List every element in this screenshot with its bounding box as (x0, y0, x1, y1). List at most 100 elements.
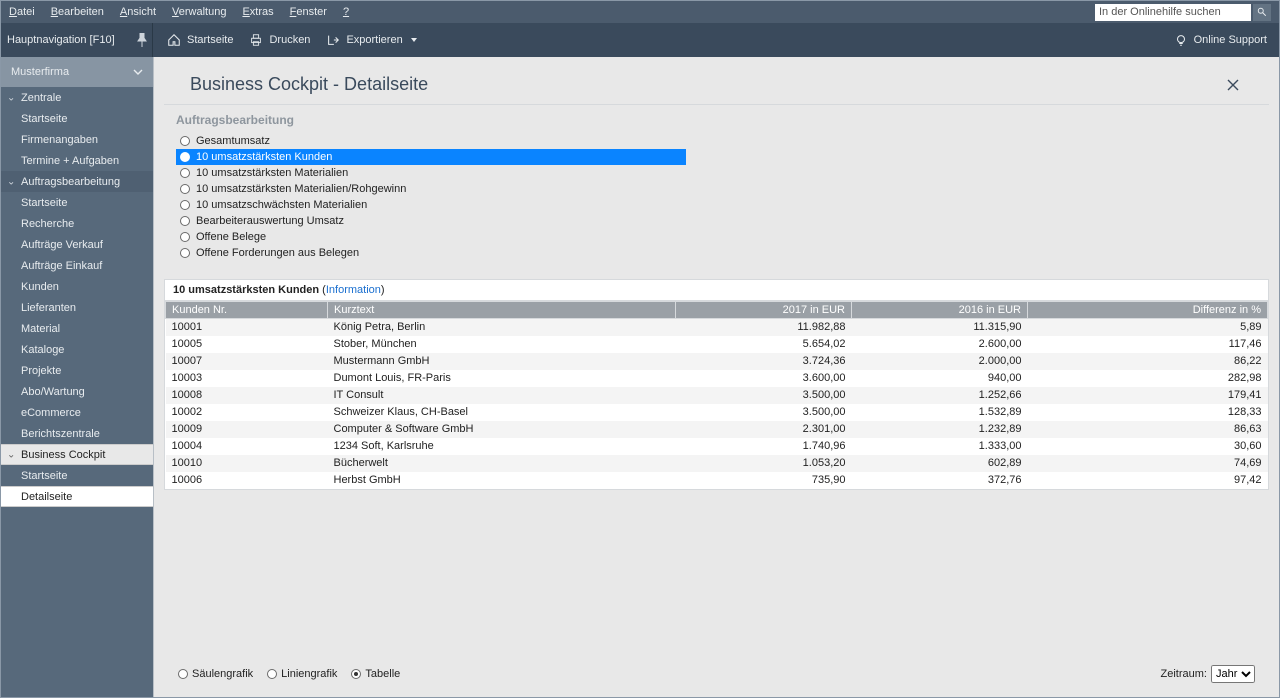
sidebar-item-zentrale[interactable]: ⌄ Zentrale (1, 87, 153, 108)
sidebar-item-label: Kataloge (21, 344, 64, 356)
table-row[interactable]: 10007Mustermann GmbH3.724,362.000,0086,2… (166, 353, 1268, 370)
table-row[interactable]: 10010Bücherwelt1.053,20602,8974,69 (166, 455, 1268, 472)
table-row[interactable]: 10002Schweizer Klaus, CH-Basel3.500,001.… (166, 404, 1268, 421)
table-row[interactable]: 10009Computer & Software GmbH2.301,001.2… (166, 421, 1268, 438)
report-option[interactable]: 10 umsatzschwächsten Materialien (176, 197, 686, 213)
exportieren-button[interactable]: Exportieren (318, 23, 424, 57)
radio-icon (180, 232, 190, 242)
table-row[interactable]: 100041234 Soft, Karlsruhe1.740,961.333,0… (166, 438, 1268, 455)
table-cell: Herbst GmbH (328, 472, 676, 489)
table-cell: 10010 (166, 455, 328, 472)
sidebar-item-business-cockpit[interactable]: ⌄ Business Cockpit (1, 444, 153, 465)
online-support-button[interactable]: Online Support (1174, 33, 1273, 47)
sidebar-item[interactable]: Startseite (1, 465, 153, 486)
report-option-label: 10 umsatzschwächsten Materialien (196, 199, 367, 211)
report-option-label: Offene Forderungen aus Belegen (196, 247, 359, 259)
startseite-button[interactable]: Startseite (159, 23, 241, 57)
col-2016[interactable]: 2016 in EUR (852, 302, 1028, 319)
table-cell: 10004 (166, 438, 328, 455)
sidebar-item[interactable]: Startseite (1, 108, 153, 129)
sidebar-label-zentrale: Zentrale (21, 92, 61, 104)
sidebar-item[interactable]: Kunden (1, 276, 153, 297)
sidebar-item[interactable]: Aufträge Verkauf (1, 234, 153, 255)
report-option[interactable]: Offene Forderungen aus Belegen (176, 245, 686, 261)
report-option[interactable]: 10 umsatzstärksten Kunden (176, 149, 686, 165)
sidebar-item[interactable]: Aufträge Einkauf (1, 255, 153, 276)
sidebar-item-label: Lieferanten (21, 302, 76, 314)
company-selector[interactable]: Musterfirma (1, 57, 153, 87)
menu-verwaltung[interactable]: Verwaltung (172, 6, 226, 18)
report-option[interactable]: Offene Belege (176, 229, 686, 245)
table-cell: IT Consult (328, 387, 676, 404)
table-cell: 10007 (166, 353, 328, 370)
col-diff[interactable]: Differenz in % (1028, 302, 1268, 319)
search-input[interactable] (1095, 4, 1251, 21)
table-cell: 128,33 (1028, 404, 1268, 421)
report-option-label: Gesamtumsatz (196, 135, 270, 147)
view-option[interactable]: Tabelle (351, 668, 400, 680)
online-support-label: Online Support (1194, 34, 1267, 46)
table-cell: Schweizer Klaus, CH-Basel (328, 404, 676, 421)
sidebar-item[interactable]: Startseite (1, 192, 153, 213)
table-cell: 3.600,00 (676, 370, 852, 387)
sidebar-item-auftragsbearbeitung[interactable]: ⌄ Auftragsbearbeitung (1, 171, 153, 192)
table-cell: 86,22 (1028, 353, 1268, 370)
table-title: 10 umsatzstärksten Kunden (173, 284, 319, 296)
search-button[interactable] (1253, 4, 1271, 21)
view-option[interactable]: Liniengrafik (267, 668, 337, 680)
sidebar-item[interactable]: Abo/Wartung (1, 381, 153, 402)
sidebar-item[interactable]: Detailseite (1, 486, 153, 507)
table-cell: 940,00 (852, 370, 1028, 387)
sidebar-item-label: Abo/Wartung (21, 386, 85, 398)
table-cell: 5,89 (1028, 319, 1268, 336)
report-option[interactable]: 10 umsatzstärksten Materialien (176, 165, 686, 181)
col-kundennr[interactable]: Kunden Nr. (166, 302, 328, 319)
menu-extras[interactable]: Extras (242, 6, 273, 18)
menu-help[interactable]: ? (343, 6, 349, 18)
menu-ansicht[interactable]: Ansicht (120, 6, 156, 18)
col-kurztext[interactable]: Kurztext (328, 302, 676, 319)
drucken-button[interactable]: Drucken (241, 23, 318, 57)
close-button[interactable] (1223, 77, 1243, 93)
information-link[interactable]: Information (326, 284, 381, 296)
sidebar-item[interactable]: Recherche (1, 213, 153, 234)
menu-bearbeiten[interactable]: Bearbeiten (51, 6, 104, 18)
menu-fenster[interactable]: Fenster (290, 6, 327, 18)
report-option-label: Bearbeiterauswertung Umsatz (196, 215, 344, 227)
col-2017[interactable]: 2017 in EUR (676, 302, 852, 319)
sidebar-item[interactable]: Termine + Aufgaben (1, 150, 153, 171)
table-row[interactable]: 10008IT Consult3.500,001.252,66179,41 (166, 387, 1268, 404)
radio-icon (178, 669, 188, 679)
table-cell: König Petra, Berlin (328, 319, 676, 336)
chevron-down-icon (133, 67, 143, 77)
menu-datei[interactable]: Datei (9, 6, 35, 18)
table-cell: 10005 (166, 336, 328, 353)
view-option[interactable]: Säulengrafik (178, 668, 253, 680)
radio-icon (180, 200, 190, 210)
table-cell: 372,76 (852, 472, 1028, 489)
chevron-down-icon (411, 38, 417, 42)
report-option[interactable]: Bearbeiterauswertung Umsatz (176, 213, 686, 229)
sidebar-item[interactable]: Berichtszentrale (1, 423, 153, 444)
export-icon (326, 33, 340, 47)
pin-icon[interactable] (132, 33, 152, 47)
report-option[interactable]: Gesamtumsatz (176, 133, 686, 149)
sidebar-item[interactable]: Firmenangaben (1, 129, 153, 150)
table-row[interactable]: 10001König Petra, Berlin11.982,8811.315,… (166, 319, 1268, 336)
zeitraum-select[interactable]: Jahr (1211, 665, 1255, 683)
sidebar-item[interactable]: Projekte (1, 360, 153, 381)
sidebar-item-label: Berichtszentrale (21, 428, 100, 440)
sidebar-item[interactable]: eCommerce (1, 402, 153, 423)
report-option[interactable]: 10 umsatzstärksten Materialien/Rohgewinn (176, 181, 686, 197)
table-row[interactable]: 10003Dumont Louis, FR-Paris3.600,00940,0… (166, 370, 1268, 387)
table-cell: 74,69 (1028, 455, 1268, 472)
main-content: Business Cockpit - Detailseite Auftragsb… (154, 57, 1279, 697)
table-row[interactable]: 10006Herbst GmbH735,90372,7697,42 (166, 472, 1268, 489)
bulb-icon (1174, 33, 1188, 47)
table-row[interactable]: 10005Stober, München5.654,022.600,00117,… (166, 336, 1268, 353)
sidebar-item[interactable]: Lieferanten (1, 297, 153, 318)
section-heading: Auftragsbearbeitung (164, 113, 1269, 133)
radio-icon (180, 216, 190, 226)
sidebar-item[interactable]: Material (1, 318, 153, 339)
sidebar-item[interactable]: Kataloge (1, 339, 153, 360)
